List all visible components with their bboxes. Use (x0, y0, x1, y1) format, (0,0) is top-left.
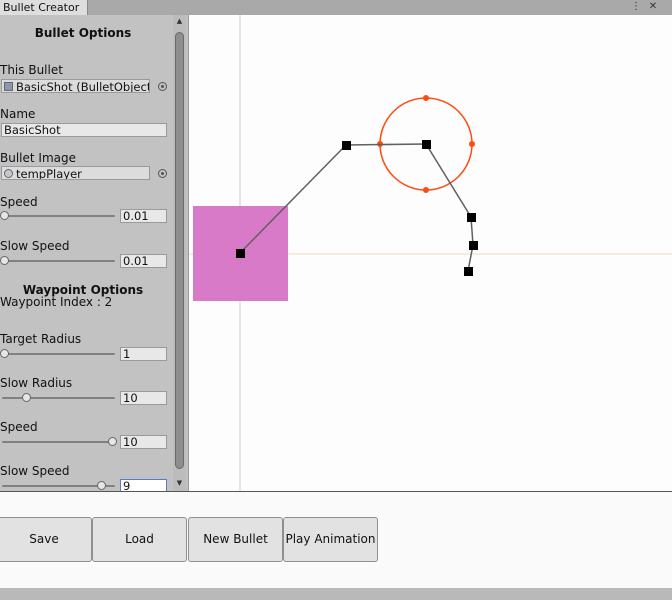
target-radius-label: Target Radius (0, 332, 82, 346)
status-bar (0, 588, 672, 600)
inspector-scrollbar[interactable]: ▲ ▼ (173, 15, 186, 491)
scroll-down-arrow-icon[interactable]: ▼ (173, 477, 186, 489)
waypoint-speed-field[interactable]: 10 (120, 435, 167, 449)
window-title-bar: Bullet Creator ⋮ ✕ (0, 0, 672, 16)
slow-speed-slider-track[interactable] (2, 260, 115, 262)
this-bullet-label: This Bullet (0, 63, 63, 77)
waypoint-1[interactable] (342, 141, 351, 150)
scroll-up-arrow-icon[interactable]: ▲ (173, 15, 186, 27)
waypoint-index-text: Waypoint Index : 2 (0, 295, 113, 309)
slow-speed-field[interactable]: 0.01 (120, 254, 167, 268)
this-bullet-value: BasicShot (BulletObject) (16, 80, 150, 93)
action-bar: Save Load New Bullet Play Animation (0, 491, 672, 589)
waypoint-slow-speed-slider-thumb[interactable] (97, 481, 107, 490)
sprite-icon (4, 169, 13, 178)
play-animation-button[interactable]: Play Animation (283, 517, 378, 562)
target-radius-field[interactable]: 1 (120, 347, 167, 361)
window-tab-title: Bullet Creator (3, 1, 80, 14)
speed-field[interactable]: 0.01 (120, 209, 167, 223)
slow-speed-slider-thumb[interactable] (0, 256, 9, 265)
target-radius-slider-thumb[interactable] (0, 349, 9, 358)
close-icon[interactable]: ✕ (647, 1, 659, 13)
kebab-menu-icon[interactable]: ⋮ (630, 1, 642, 13)
waypoint-3[interactable] (467, 213, 476, 222)
slow-speed-label: Slow Speed (0, 239, 70, 253)
slow-radius-field[interactable]: 10 (120, 391, 167, 405)
radius-handle-right[interactable] (469, 141, 475, 147)
slow-radius-slider-track[interactable] (2, 397, 115, 399)
waypoint-speed-label: Speed (0, 420, 38, 434)
speed-slider-track[interactable] (2, 215, 115, 217)
bullet-options-heading: Bullet Options (34, 26, 132, 40)
object-picker-icon[interactable] (158, 82, 167, 91)
speed-slider-thumb[interactable] (0, 211, 9, 220)
name-input[interactable]: BasicShot (1, 123, 167, 137)
bullet-image-field[interactable]: tempPlayer (1, 166, 150, 180)
radius-handle-bottom[interactable] (423, 187, 429, 193)
waypoint-0[interactable] (236, 249, 245, 258)
waypoint-speed-slider-thumb[interactable] (108, 437, 117, 446)
new-bullet-button[interactable]: New Bullet (188, 517, 283, 562)
save-button[interactable]: Save (0, 517, 92, 562)
image-picker-icon[interactable] (158, 169, 167, 178)
waypoint-slow-speed-label: Slow Speed (0, 464, 70, 478)
waypoint-4[interactable] (469, 241, 478, 250)
bullet-image-value: tempPlayer (16, 167, 82, 180)
slow-radius-slider-thumb[interactable] (21, 393, 31, 402)
window-tab[interactable]: Bullet Creator (0, 0, 89, 16)
waypoint-speed-slider-track[interactable] (2, 441, 115, 443)
slow-radius-label: Slow Radius (0, 376, 73, 390)
waypoint-2[interactable] (422, 140, 431, 149)
name-label: Name (0, 107, 36, 121)
load-button[interactable]: Load (92, 517, 187, 562)
target-radius-slider-track[interactable] (2, 353, 115, 355)
scriptable-object-icon (4, 82, 13, 91)
radius-handle-top[interactable] (423, 95, 429, 101)
inspector-panel: Bullet Options This Bullet BasicShot (Bu… (0, 15, 189, 493)
waypoint-canvas-svg[interactable] (189, 15, 672, 491)
waypoint-5[interactable] (464, 267, 473, 276)
speed-label: Speed (0, 195, 38, 209)
this-bullet-field[interactable]: BasicShot (BulletObject) (1, 79, 150, 93)
bullet-image-label: Bullet Image (0, 151, 76, 165)
waypoint-canvas[interactable] (189, 15, 672, 491)
scrollbar-thumb[interactable] (175, 32, 184, 469)
